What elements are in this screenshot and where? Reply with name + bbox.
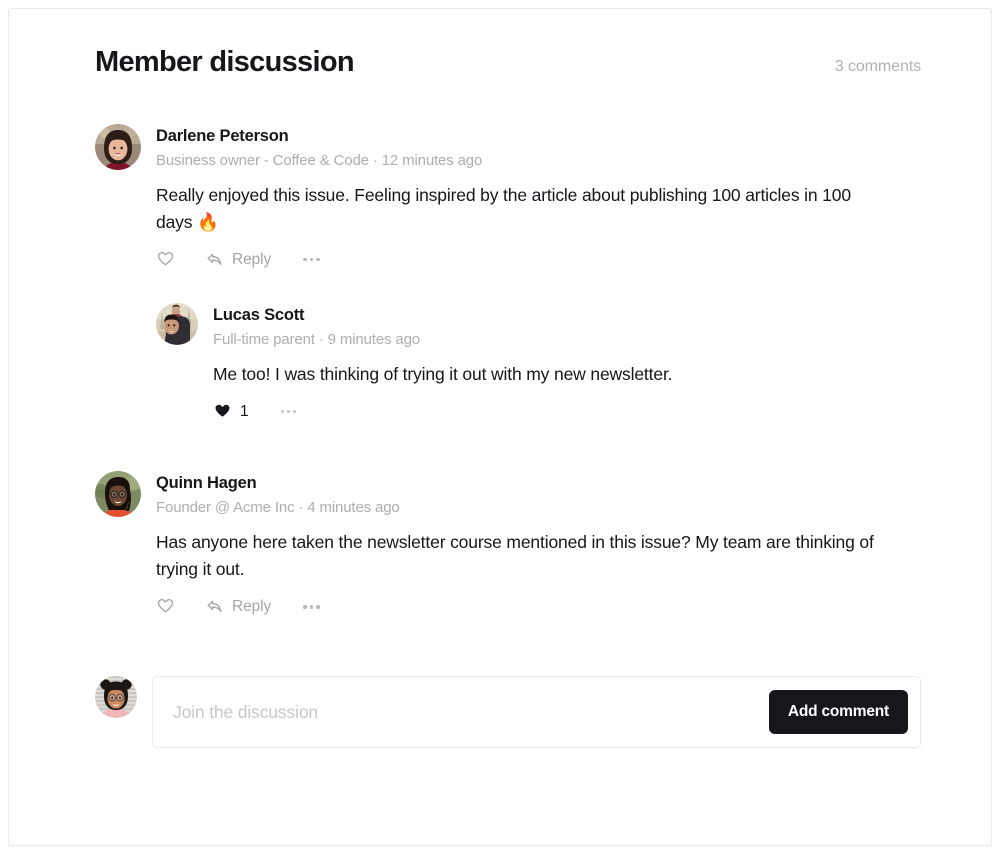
reply-list: Lucas Scott Full-time parent · 9 minutes…: [156, 303, 921, 425]
screenshot-root: Member discussion 3 comments: [0, 0, 1000, 854]
comment-header: Quinn Hagen Founder @ Acme Inc · 4 minut…: [95, 471, 921, 519]
comment-input[interactable]: [171, 677, 769, 747]
reply-actions: 1: [213, 398, 921, 425]
reply-label: Reply: [232, 251, 271, 269]
avatar[interactable]: [95, 676, 137, 718]
reply-label: Reply: [232, 598, 271, 616]
avatar[interactable]: [95, 471, 141, 517]
comment-author-name: Darlene Peterson: [156, 125, 482, 147]
reply-arrow-icon: [205, 597, 224, 616]
comment-count: 3 comments: [835, 58, 921, 76]
reply-button[interactable]: Reply: [205, 593, 271, 620]
avatar[interactable]: [95, 124, 141, 170]
comment-body: Really enjoyed this issue. Feeling inspi…: [156, 182, 886, 236]
like-button[interactable]: [156, 593, 175, 620]
reply-author-block: Lucas Scott Full-time parent · 9 minutes…: [213, 303, 420, 351]
reply-arrow-icon: [205, 250, 224, 269]
heart-filled-icon: [213, 402, 232, 421]
reply-button[interactable]: Reply: [205, 246, 271, 273]
reply-author-meta: Full-time parent · 9 minutes ago: [213, 329, 420, 351]
comment-author-meta: Business owner - Coffee & Code · 12 minu…: [156, 150, 482, 172]
reply-body: Me too! I was thinking of trying it out …: [213, 361, 921, 388]
ellipsis-icon[interactable]: [279, 406, 298, 417]
reply-content: Me too! I was thinking of trying it out …: [213, 361, 921, 425]
comment-actions: Reply: [156, 593, 921, 620]
heart-outline-icon: [156, 250, 175, 269]
page-title: Member discussion: [95, 45, 354, 80]
reply-header: Lucas Scott Full-time parent · 9 minutes…: [156, 303, 921, 351]
comment-author-block: Quinn Hagen Founder @ Acme Inc · 4 minut…: [156, 471, 400, 519]
comment-header: Darlene Peterson Business owner - Coffee…: [95, 124, 921, 172]
reply-item: Lucas Scott Full-time parent · 9 minutes…: [156, 303, 921, 425]
comment-author-meta: Founder @ Acme Inc · 4 minutes ago: [156, 497, 400, 519]
ellipsis-icon[interactable]: [301, 601, 322, 613]
member-discussion-card: Member discussion 3 comments: [8, 8, 992, 846]
add-comment-button[interactable]: Add comment: [769, 690, 908, 734]
heart-outline-icon: [156, 597, 175, 616]
comment-item: Darlene Peterson Business owner - Coffee…: [95, 124, 921, 425]
like-button[interactable]: 1: [213, 398, 249, 425]
ellipsis-icon[interactable]: [301, 254, 322, 266]
add-comment-form: Add comment: [95, 676, 921, 748]
comment-content: Really enjoyed this issue. Feeling inspi…: [156, 182, 921, 425]
comment-author-name: Quinn Hagen: [156, 472, 400, 494]
comment-list: Darlene Peterson Business owner - Coffee…: [95, 124, 921, 621]
comment-item: Quinn Hagen Founder @ Acme Inc · 4 minut…: [95, 471, 921, 620]
like-count: 1: [240, 403, 249, 421]
reply-author-name: Lucas Scott: [213, 304, 420, 326]
avatar[interactable]: [156, 303, 198, 345]
comment-author-block: Darlene Peterson Business owner - Coffee…: [156, 124, 482, 172]
comment-body: Has anyone here taken the newsletter cou…: [156, 529, 886, 583]
discussion-header: Member discussion 3 comments: [95, 45, 921, 80]
like-button[interactable]: [156, 246, 175, 273]
comment-input-box[interactable]: Add comment: [152, 676, 921, 748]
comment-content: Has anyone here taken the newsletter cou…: [156, 529, 921, 620]
comment-actions: Reply: [156, 246, 921, 273]
